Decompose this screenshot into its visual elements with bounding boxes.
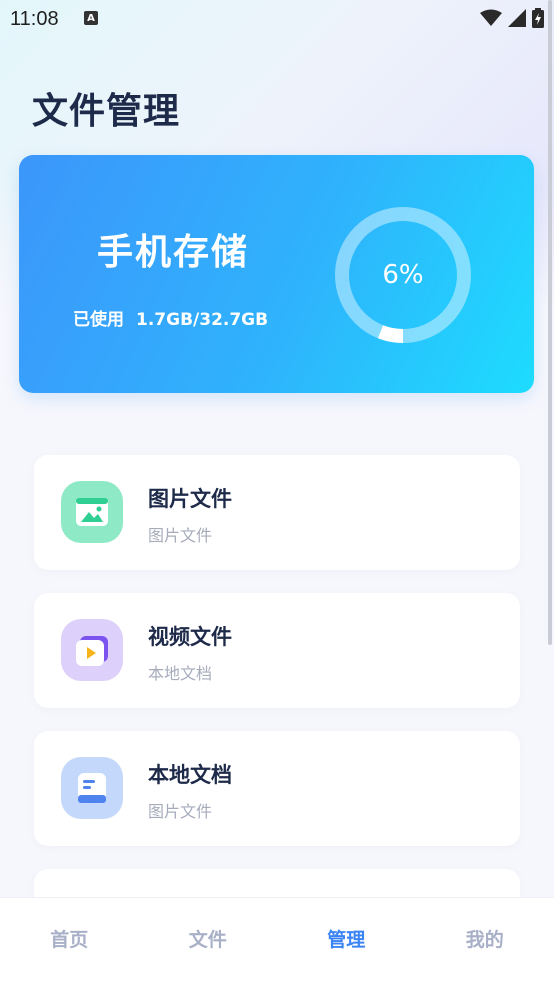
status-bar: 11:08 A <box>0 0 554 38</box>
signal-icon <box>508 9 526 27</box>
status-time: 11:08 <box>10 8 59 30</box>
scrollbar[interactable] <box>548 0 552 645</box>
storage-percent: 6% <box>382 260 424 290</box>
storage-card[interactable]: 手机存储 已使用 1.7GB/32.7GB 6% <box>19 155 534 393</box>
list-item-title: 视频文件 <box>148 625 232 649</box>
nav-manage[interactable]: 管理 <box>277 898 416 984</box>
storage-used-value: 1.7GB/32.7GB <box>136 310 269 330</box>
document-icon <box>61 757 123 819</box>
list-item-videos[interactable]: 视频文件 本地文档 <box>34 593 520 708</box>
bottom-nav: 首页 文件 管理 我的 <box>0 897 554 984</box>
nav-files[interactable]: 文件 <box>139 898 278 984</box>
image-icon <box>61 481 123 543</box>
list-item-title: 本地文档 <box>148 763 232 787</box>
storage-used: 已使用 1.7GB/32.7GB <box>73 305 268 330</box>
battery-icon <box>532 8 544 28</box>
list-item-subtitle: 图片文件 <box>148 526 213 545</box>
storage-title: 手机存储 <box>97 232 250 273</box>
nav-home[interactable]: 首页 <box>0 898 139 984</box>
status-icons <box>480 8 544 28</box>
list-item-title: 图片文件 <box>148 487 232 511</box>
list-item-subtitle: 本地文档 <box>148 664 213 683</box>
notification-icon: A <box>84 11 98 25</box>
list-item-images[interactable]: 图片文件 图片文件 <box>34 455 520 570</box>
page-title: 文件管理 <box>32 91 181 132</box>
list-item-documents[interactable]: 本地文档 图片文件 <box>34 731 520 846</box>
nav-mine[interactable]: 我的 <box>416 898 554 984</box>
video-icon <box>61 619 123 681</box>
storage-progress-ring: 6% <box>333 205 473 345</box>
list-item-subtitle: 图片文件 <box>148 802 213 821</box>
storage-used-label: 已使用 <box>73 310 124 330</box>
wifi-icon <box>480 9 502 26</box>
